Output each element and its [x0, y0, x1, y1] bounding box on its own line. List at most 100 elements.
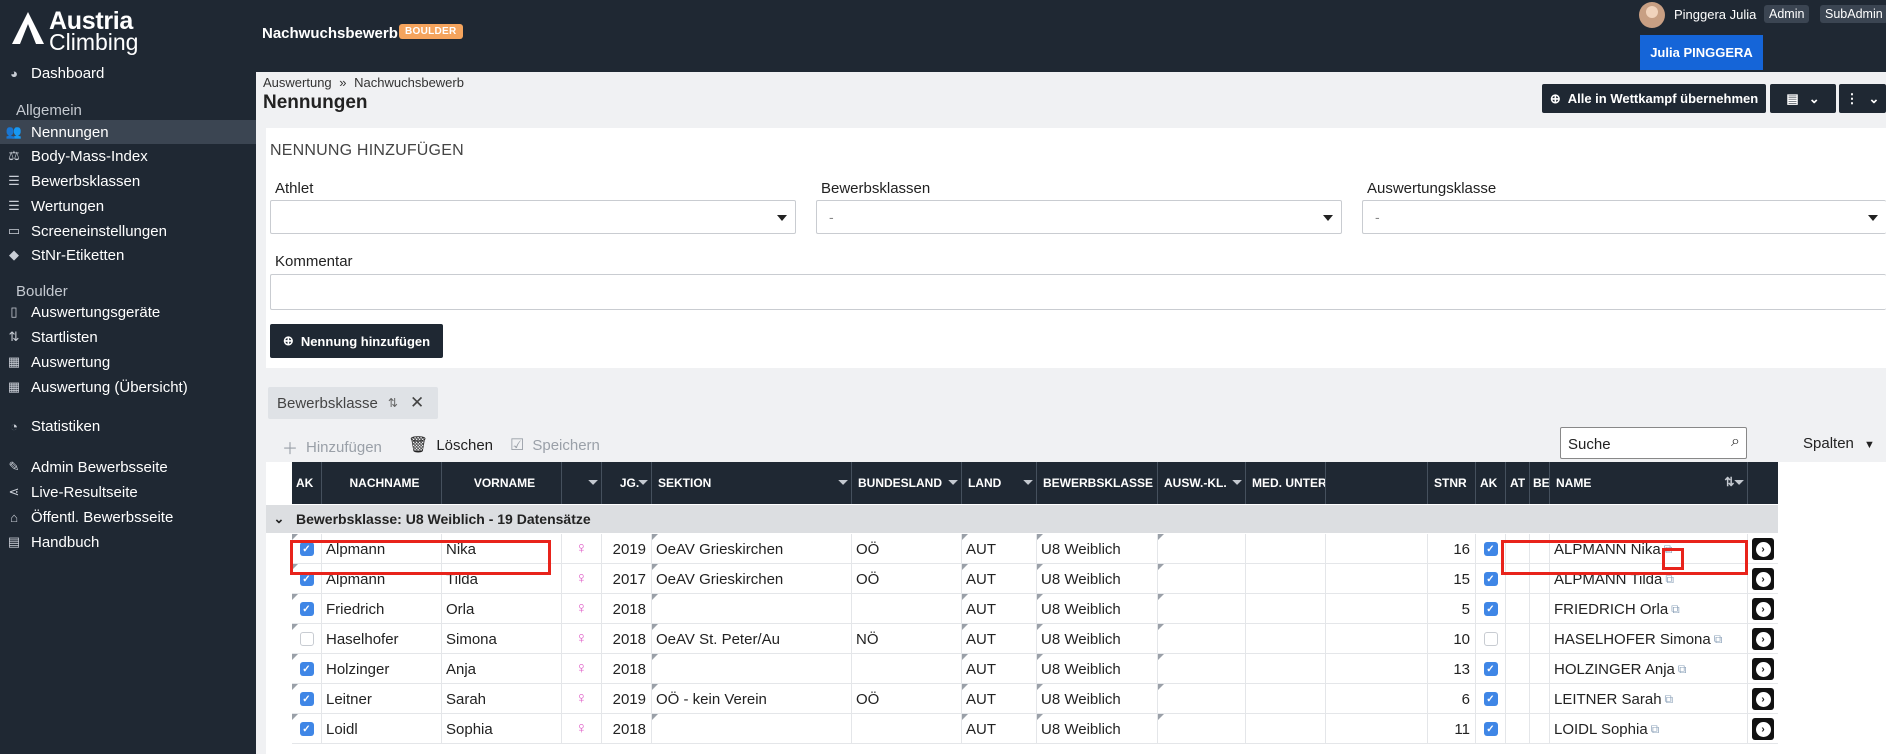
external-link-icon[interactable]: ⧉	[1651, 722, 1660, 737]
column-header-at[interactable]: AT	[1506, 462, 1530, 504]
column-header-bewerbsklasse[interactable]: BEWERBSKLASSE	[1037, 462, 1158, 504]
vorname-cell[interactable]: Orla	[442, 594, 562, 624]
sidebar-item-statistiken[interactable]: ◔ Statistiken	[0, 414, 256, 438]
at-cell[interactable]	[1506, 714, 1530, 744]
ak-checkbox[interactable]: ✓	[299, 542, 314, 556]
table-row[interactable]: Haselhofer Simona ♀ 2018 OeAV St. Peter/Au NÖ…	[292, 624, 1778, 654]
vorname-cell[interactable]: Sarah	[442, 684, 562, 714]
stnr-cell[interactable]: 16	[1428, 534, 1476, 564]
ak-cell[interactable]: ✓	[292, 714, 322, 744]
jg-cell[interactable]: 2017	[602, 564, 652, 594]
name-cell[interactable]: ALPMANN Tilda ⧉	[1550, 564, 1748, 594]
bundesland-cell[interactable]	[852, 594, 962, 624]
sidebar-item-admin-bewerbsseite[interactable]: ✎ Admin Bewerbsseite	[0, 455, 256, 479]
med-unter-cell[interactable]	[1246, 594, 1326, 624]
role-badge-admin[interactable]: Admin	[1764, 5, 1810, 23]
be-cell[interactable]	[1530, 654, 1550, 684]
alle-uebernehmen-button[interactable]: ⊕ Alle in Wettkampf übernehmen	[1542, 84, 1766, 113]
column-header-name[interactable]: NAME ⇅⏷	[1550, 462, 1748, 504]
ak2-cell[interactable]: ✓	[1476, 714, 1506, 744]
bundesland-cell[interactable]: OÖ	[852, 684, 962, 714]
land-cell[interactable]: AUT	[962, 684, 1037, 714]
jg-cell[interactable]: 2019	[602, 534, 652, 564]
gender-cell[interactable]: ♀	[562, 594, 602, 624]
sidebar-item-screeneinstellungen[interactable]: ▭ Screeneinstellungen	[0, 219, 256, 243]
sidebar-item-auswertung-uebersicht[interactable]: ▦ Auswertung (Übersicht)	[0, 375, 256, 399]
column-header-med-unter[interactable]: MED. UNTER	[1246, 462, 1326, 504]
user-button[interactable]: Julia PINGGERA	[1640, 35, 1763, 70]
external-link-icon[interactable]: ⧉	[1671, 602, 1680, 617]
jg-cell[interactable]: 2018	[602, 654, 652, 684]
column-header-ak2[interactable]: AK	[1476, 462, 1506, 504]
blank-cell[interactable]	[1326, 684, 1428, 714]
sort-icon[interactable]: ⇅	[388, 396, 398, 410]
blank-cell[interactable]	[1326, 714, 1428, 744]
sidebar-item-auswertung[interactable]: ▦ Auswertung	[0, 350, 256, 374]
bewerbsklasse-cell[interactable]: U8 Weiblich	[1037, 654, 1158, 684]
name-cell[interactable]: FRIEDRICH Orla ⧉	[1550, 594, 1748, 624]
vorname-cell[interactable]: Sophia	[442, 714, 562, 744]
sidebar-item-wertungen[interactable]: ☰ Wertungen	[0, 194, 256, 218]
stnr-cell[interactable]: 13	[1428, 654, 1476, 684]
open-details-button[interactable]: ›	[1752, 628, 1774, 650]
external-link-icon[interactable]: ⧉	[1665, 692, 1674, 707]
at-cell[interactable]	[1506, 654, 1530, 684]
column-header-stnr[interactable]: STNR	[1428, 462, 1476, 504]
sektion-cell[interactable]: OeAV St. Peter/Au	[652, 624, 852, 654]
table-row[interactable]: ✓ Leitner Sarah ♀ 2019 OÖ - kein Verein OÖ AUT U…	[292, 684, 1778, 714]
gender-cell[interactable]: ♀	[562, 714, 602, 744]
med-unter-cell[interactable]	[1246, 534, 1326, 564]
column-header-actions[interactable]	[1748, 462, 1778, 504]
search-input[interactable]: Suche ⌕	[1560, 427, 1747, 459]
open-details-button[interactable]: ›	[1752, 658, 1774, 680]
filter-icon[interactable]: ⏷	[1023, 475, 1033, 490]
ak2-checkbox[interactable]: ✓	[1483, 542, 1498, 556]
name-cell[interactable]: LEITNER Sarah ⧉	[1550, 684, 1748, 714]
gender-cell[interactable]: ♀	[562, 624, 602, 654]
bundesland-cell[interactable]: NÖ	[852, 624, 962, 654]
land-cell[interactable]: AUT	[962, 654, 1037, 684]
column-header-bundesland[interactable]: BUNDESLAND ⏷	[852, 462, 962, 504]
table-row[interactable]: ✓ Holzinger Anja ♀ 2018 AUT U8 Weiblich 13 ✓ HOLZ…	[292, 654, 1778, 684]
bewerbsklasse-cell[interactable]: U8 Weiblich	[1037, 684, 1158, 714]
name-cell[interactable]: LOIDL Sophia ⧉	[1550, 714, 1748, 744]
med-unter-cell[interactable]	[1246, 654, 1326, 684]
land-cell[interactable]: AUT	[962, 564, 1037, 594]
more-actions-button[interactable]: ⋮ ⌄	[1839, 84, 1886, 113]
ak2-checkbox[interactable]: ✓	[1483, 662, 1498, 676]
bewerbsklasse-cell[interactable]: U8 Weiblich	[1037, 564, 1158, 594]
table-row[interactable]: ✓ Friedrich Orla ♀ 2018 AUT U8 Weiblich 5 ✓ FRIED…	[292, 594, 1778, 624]
ausw-kl-cell[interactable]	[1158, 714, 1246, 744]
stnr-cell[interactable]: 10	[1428, 624, 1476, 654]
ak-checkbox[interactable]	[299, 632, 314, 646]
sektion-cell[interactable]: OeAV Grieskirchen	[652, 564, 852, 594]
sektion-cell[interactable]: OeAV Grieskirchen	[652, 534, 852, 564]
name-cell[interactable]: HOLZINGER Anja ⧉	[1550, 654, 1748, 684]
bewerbsklassen-select[interactable]: -	[816, 200, 1342, 234]
ak-cell[interactable]: ✓	[292, 684, 322, 714]
be-cell[interactable]	[1530, 624, 1550, 654]
at-cell[interactable]	[1506, 684, 1530, 714]
column-header-ausw-kl[interactable]: AUSW.-KL. ⏷	[1158, 462, 1246, 504]
ak2-cell[interactable]	[1476, 624, 1506, 654]
sektion-cell[interactable]: OÖ - kein Verein	[652, 684, 852, 714]
chevron-down-icon[interactable]: ⌄	[266, 511, 292, 527]
nennung-hinzufuegen-button[interactable]: ⊕ Nennung hinzufügen	[270, 324, 443, 358]
sidebar-item-oeffentl-bewerbsseite[interactable]: ⌂ Öffentl. Bewerbsseite	[0, 505, 256, 529]
bundesland-cell[interactable]: OÖ	[852, 534, 962, 564]
filter-icon[interactable]: ⏷	[1232, 475, 1242, 490]
ak2-cell[interactable]: ✓	[1476, 684, 1506, 714]
stnr-cell[interactable]: 11	[1428, 714, 1476, 744]
med-unter-cell[interactable]	[1246, 624, 1326, 654]
nachname-cell[interactable]: Loidl	[322, 714, 442, 744]
gender-cell[interactable]: ♀	[562, 534, 602, 564]
open-details-button[interactable]: ›	[1752, 718, 1774, 740]
vorname-cell[interactable]: Nika	[442, 534, 562, 564]
ak2-cell[interactable]: ✓	[1476, 534, 1506, 564]
column-header-sektion[interactable]: SEKTION ⏷	[652, 462, 852, 504]
ak-checkbox[interactable]: ✓	[299, 662, 314, 676]
at-cell[interactable]	[1506, 594, 1530, 624]
ak-cell[interactable]: ✓	[292, 594, 322, 624]
vorname-cell[interactable]: Anja	[442, 654, 562, 684]
sektion-cell[interactable]	[652, 714, 852, 744]
